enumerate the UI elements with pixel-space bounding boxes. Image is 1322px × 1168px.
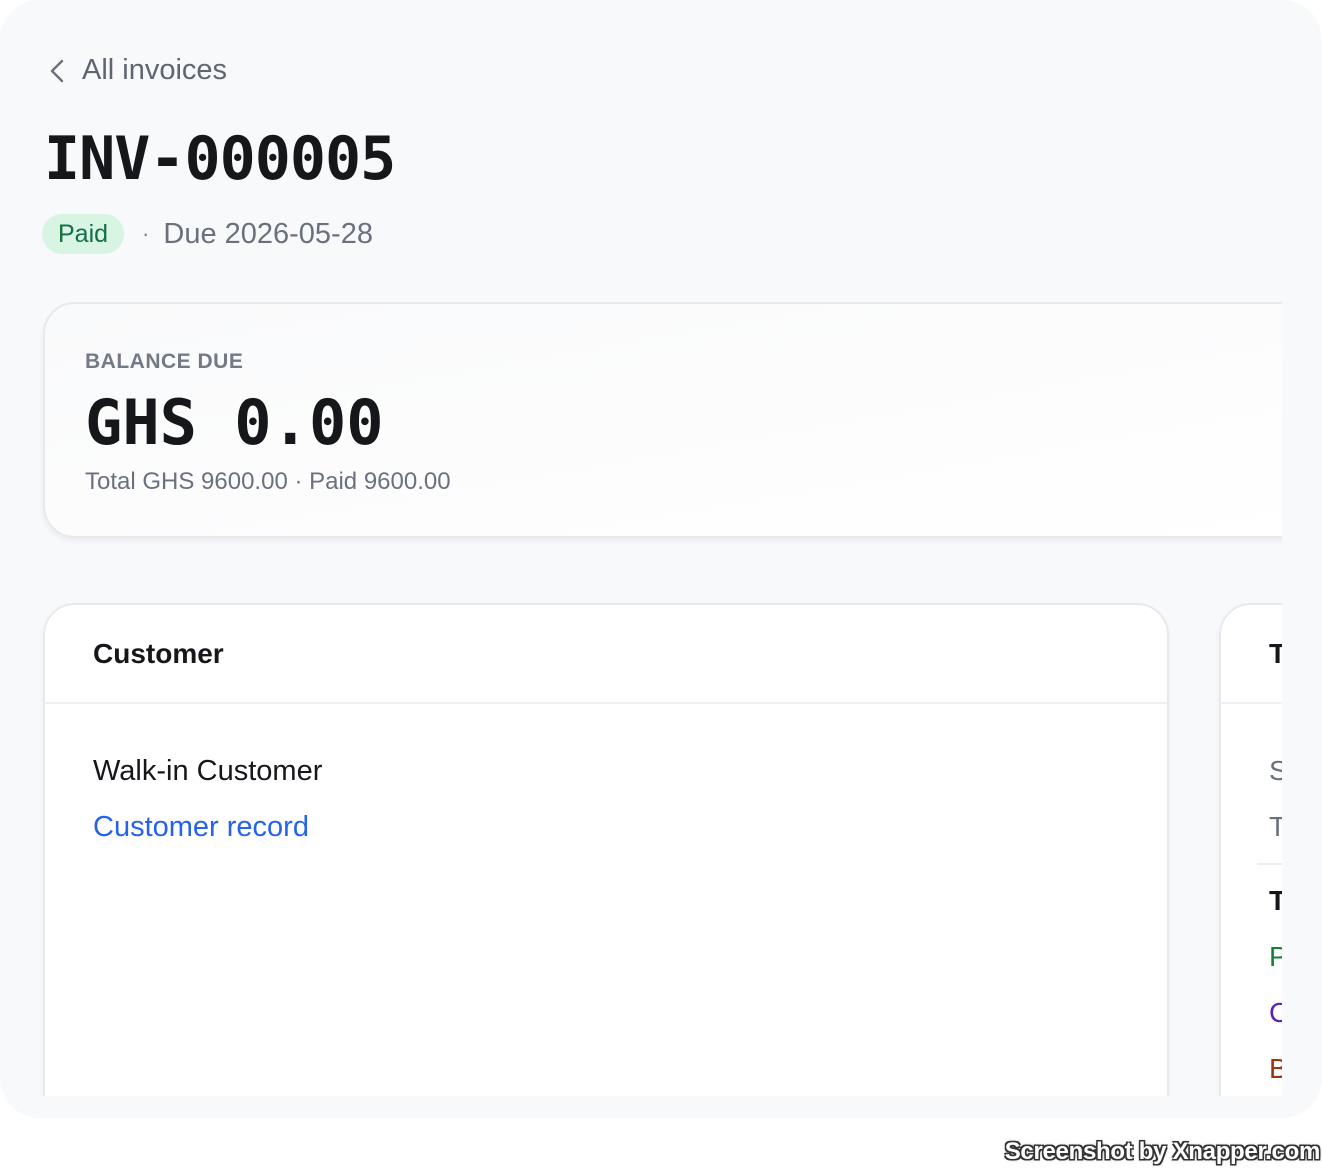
balance-due-label: BALANCE DUE (85, 350, 244, 373)
totals-row-balance: B (1269, 1053, 1282, 1084)
chevron-left-icon (50, 59, 64, 82)
totals-card-header: T (1221, 605, 1282, 704)
back-link-label: All invoices (82, 54, 228, 86)
customer-record-link[interactable]: Customer record (93, 811, 309, 844)
customer-name: Walk-in Customer (93, 755, 323, 787)
totals-row-paid: P (1269, 941, 1282, 972)
totals-card: T S T T P C B (1219, 603, 1282, 1096)
totals-row-credits: C (1269, 997, 1282, 1028)
balance-due-amount: GHS 0.00 (85, 386, 384, 459)
screenshot-watermark: Screenshot by Xnapper.com (1004, 1138, 1321, 1165)
invoice-number: INV-000005 (44, 124, 396, 194)
customer-card-header: Customer (45, 605, 1167, 704)
customer-card: Customer Walk-in Customer Customer recor… (43, 603, 1169, 1096)
page-viewport: All invoices INV-000005 Paid · Due 2026-… (0, 0, 1282, 1096)
totals-row-subtotal: S (1269, 755, 1282, 786)
separator-dot: · (142, 221, 150, 246)
balance-due-card: BALANCE DUE GHS 0.00 Total GHS 9600.00 ·… (43, 302, 1282, 538)
balance-summary: Total GHS 9600.00 · Paid 9600.00 (85, 468, 451, 495)
totals-divider (1257, 863, 1282, 865)
totals-row-total: T (1269, 885, 1282, 916)
totals-row-tax: T (1269, 811, 1282, 842)
invoice-status-row: Paid · Due 2026-05-28 (42, 214, 373, 254)
status-badge: Paid (42, 214, 125, 254)
due-date: Due 2026-05-28 (163, 217, 373, 250)
back-to-invoices-link[interactable]: All invoices (46, 54, 227, 87)
app-frame: All invoices INV-000005 Paid · Due 2026-… (0, 0, 1322, 1118)
